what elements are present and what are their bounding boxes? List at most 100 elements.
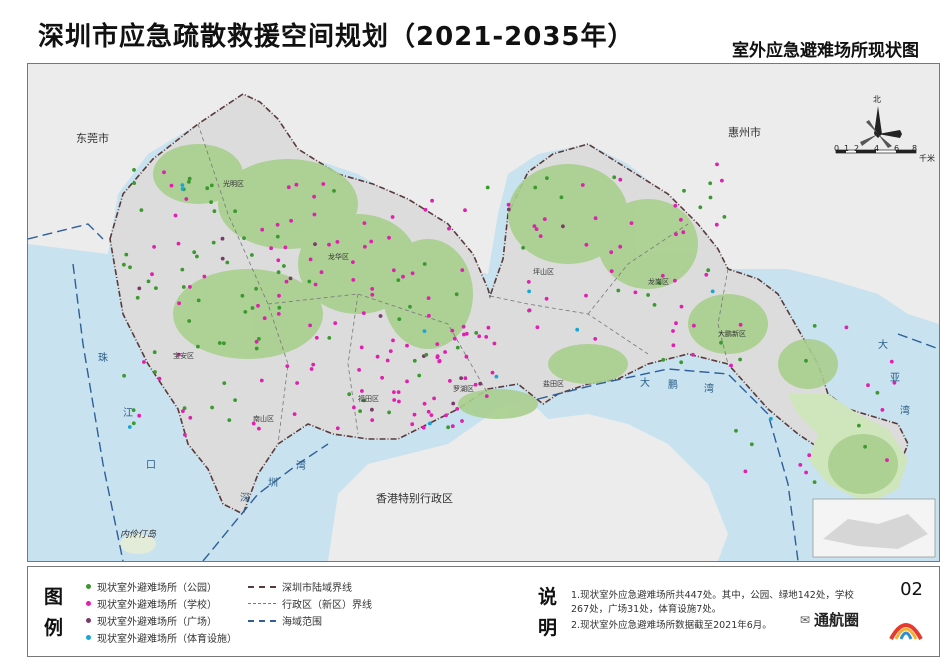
school-marker[interactable] [844, 325, 849, 330]
school-marker[interactable] [401, 274, 405, 279]
park-marker[interactable] [254, 346, 259, 351]
school-marker[interactable] [359, 345, 364, 350]
school-marker[interactable] [277, 293, 281, 298]
school-marker[interactable] [152, 245, 156, 249]
park-marker[interactable] [652, 303, 657, 307]
school-marker[interactable] [157, 376, 162, 381]
sports-marker[interactable] [180, 187, 185, 191]
school-marker[interactable] [447, 226, 451, 231]
park-marker[interactable] [679, 360, 684, 365]
school-marker[interactable] [283, 245, 288, 250]
school-marker[interactable] [327, 242, 331, 247]
sports-marker[interactable] [527, 289, 531, 294]
school-marker[interactable] [477, 334, 482, 339]
school-marker[interactable] [162, 170, 166, 175]
school-marker[interactable] [532, 224, 537, 229]
park-marker[interactable] [139, 208, 144, 213]
park-marker[interactable] [257, 337, 261, 341]
park-marker[interactable] [131, 421, 136, 426]
park-marker[interactable] [708, 181, 713, 186]
school-marker[interactable] [352, 405, 356, 410]
school-marker[interactable] [544, 296, 549, 301]
school-marker[interactable] [183, 432, 187, 437]
school-marker[interactable] [396, 390, 401, 394]
park-marker[interactable] [708, 195, 713, 200]
park-marker[interactable] [358, 409, 362, 413]
park-marker[interactable] [327, 336, 332, 340]
school-marker[interactable] [262, 316, 267, 321]
square-marker[interactable] [370, 407, 374, 412]
school-marker[interactable] [142, 360, 146, 364]
school-marker[interactable] [335, 240, 340, 244]
park-marker[interactable] [661, 357, 666, 362]
school-marker[interactable] [169, 183, 174, 188]
park-marker[interactable] [192, 250, 197, 255]
school-marker[interactable] [363, 244, 367, 249]
school-marker[interactable] [286, 185, 291, 190]
school-marker[interactable] [173, 213, 178, 218]
school-marker[interactable] [427, 313, 431, 318]
school-marker[interactable] [335, 426, 340, 431]
park-marker[interactable] [422, 262, 427, 266]
school-marker[interactable] [312, 212, 317, 217]
park-marker[interactable] [180, 267, 185, 272]
school-marker[interactable] [609, 250, 614, 255]
park-marker[interactable] [812, 324, 817, 328]
school-marker[interactable] [506, 202, 511, 207]
school-marker[interactable] [807, 453, 812, 458]
school-marker[interactable] [437, 359, 442, 364]
school-marker[interactable] [692, 323, 696, 328]
school-marker[interactable] [484, 335, 489, 339]
park-marker[interactable] [146, 279, 151, 284]
school-marker[interactable] [452, 336, 457, 341]
school-marker[interactable] [460, 419, 464, 423]
school-marker[interactable] [743, 469, 748, 474]
school-marker[interactable] [308, 323, 312, 328]
school-marker[interactable] [276, 258, 281, 263]
school-marker[interactable] [311, 362, 316, 367]
park-marker[interactable] [227, 418, 232, 422]
school-marker[interactable] [673, 203, 678, 208]
school-marker[interactable] [308, 257, 313, 262]
school-marker[interactable] [444, 413, 448, 418]
park-marker[interactable] [698, 205, 703, 210]
park-marker[interactable] [347, 392, 352, 397]
school-marker[interactable] [889, 359, 894, 364]
sports-marker[interactable] [422, 329, 427, 333]
school-marker[interactable] [714, 222, 719, 227]
school-marker[interactable] [704, 272, 709, 277]
school-marker[interactable] [397, 399, 401, 404]
school-marker[interactable] [276, 312, 281, 316]
school-marker[interactable] [202, 274, 207, 279]
park-marker[interactable] [209, 183, 214, 188]
school-marker[interactable] [527, 308, 532, 313]
school-marker[interactable] [360, 389, 364, 393]
park-marker[interactable] [222, 381, 227, 385]
school-marker[interactable] [885, 458, 889, 462]
school-marker[interactable] [526, 280, 531, 284]
school-marker[interactable] [370, 287, 375, 291]
school-marker[interactable] [422, 401, 427, 406]
school-marker[interactable] [188, 415, 193, 420]
park-marker[interactable] [706, 268, 711, 273]
school-marker[interactable] [429, 413, 434, 417]
park-marker[interactable] [424, 352, 429, 357]
school-marker[interactable] [361, 311, 366, 315]
park-marker[interactable] [682, 188, 686, 193]
school-marker[interactable] [798, 463, 803, 467]
school-marker[interactable] [390, 215, 395, 219]
square-marker[interactable] [378, 314, 383, 318]
school-marker[interactable] [593, 216, 598, 221]
school-marker[interactable] [463, 208, 467, 213]
school-marker[interactable] [184, 197, 189, 201]
school-marker[interactable] [260, 227, 265, 232]
school-marker[interactable] [275, 222, 280, 227]
school-marker[interactable] [738, 322, 743, 327]
park-marker[interactable] [132, 181, 137, 185]
sports-marker[interactable] [180, 183, 185, 187]
school-marker[interactable] [421, 425, 426, 430]
school-marker[interactable] [584, 293, 588, 298]
park-marker[interactable] [195, 254, 199, 259]
school-marker[interactable] [633, 290, 638, 295]
park-marker[interactable] [521, 245, 525, 250]
